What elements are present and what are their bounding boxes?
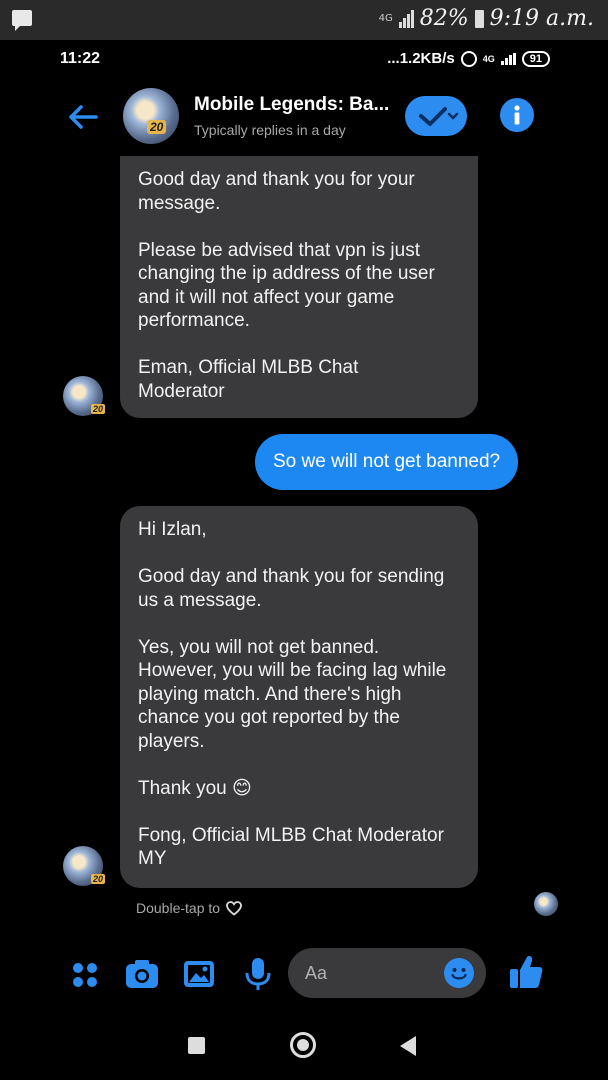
recent-apps-icon[interactable] (188, 1037, 205, 1054)
message-text: Thank you 😊 (138, 777, 252, 799)
device-status-bar: 4G 82% 9:19 a.m. (0, 0, 608, 40)
outgoing-message-bubble[interactable]: So we will not get banned? (255, 434, 519, 490)
status-bar: 11:22 ...1.2KB/s 4G 91 (0, 40, 608, 80)
back-arrow-icon[interactable] (66, 100, 100, 134)
device-time: 9:19 a.m. (489, 6, 594, 31)
signal-icon (500, 52, 516, 65)
avatar-badge: 20 (147, 120, 167, 134)
contact-name[interactable]: Mobile Legends: Ba... (194, 94, 389, 116)
hint-text: Double-tap to (136, 900, 221, 916)
smiley-icon (451, 968, 467, 980)
info-icon (514, 105, 520, 125)
message-input[interactable]: Aa (288, 948, 486, 998)
message-text: Hi Izlan, (138, 519, 207, 540)
chat-header: 20 Mobile Legends: Ba... Typically repli… (0, 80, 608, 154)
response-time-subtitle: Typically replies in a day (194, 122, 346, 138)
back-nav-icon[interactable] (400, 1036, 416, 1056)
sender-avatar[interactable]: 20 (63, 376, 105, 416)
device-battery-percent: 82% (419, 6, 469, 31)
read-receipt-avatar (534, 892, 558, 916)
message-text: Yes, you will not get banned. However, y… (138, 636, 447, 752)
contact-avatar[interactable] (123, 88, 179, 144)
incoming-message-bubble[interactable]: Hi Izlan, Good day and thank you for sen… (120, 506, 478, 888)
heart-icon[interactable] (226, 900, 242, 916)
status-check-button[interactable] (405, 96, 467, 136)
network-speed: ...1.2KB/s (387, 50, 455, 67)
double-tap-hint: Double-tap to (136, 900, 242, 916)
message-text: Fong, Official MLBB Chat Moderator MY (138, 824, 444, 870)
device-signal-icon (398, 9, 414, 28)
device-network-label: 4G (378, 12, 393, 24)
checkmark-icon (419, 107, 459, 126)
system-navigation-bar (0, 1008, 608, 1080)
thumbs-up-icon[interactable] (506, 952, 546, 992)
incoming-message-bubble[interactable]: Good day and thank you for your message.… (120, 156, 478, 418)
battery-level: 91 (521, 50, 550, 67)
microphone-icon[interactable] (240, 956, 276, 992)
camera-icon[interactable] (124, 956, 160, 992)
message-text: Please be advised that vpn is just chang… (138, 239, 435, 332)
message-input-placeholder: Aa (305, 963, 328, 983)
message-text: Good day and thank you for sending us a … (138, 566, 445, 611)
composer-bar: Aa (0, 944, 608, 1004)
home-icon[interactable] (290, 1032, 316, 1058)
sender-avatar[interactable]: 20 (63, 846, 105, 886)
status-time: 11:22 (60, 50, 101, 67)
message-text: Good day and thank you for your message. (138, 169, 415, 214)
message-text: So we will not get banned? (273, 451, 501, 472)
message-text: Eman, Official MLBB Chat Moderator (138, 357, 359, 402)
gallery-icon[interactable] (181, 956, 217, 992)
network-type: 4G (482, 53, 495, 64)
emoji-button[interactable] (444, 958, 474, 988)
menu-dots-icon[interactable] (68, 956, 104, 992)
alarm-icon (460, 50, 477, 67)
message-notification-icon (12, 10, 32, 31)
info-button[interactable] (500, 98, 534, 132)
device-battery-icon (474, 9, 484, 28)
